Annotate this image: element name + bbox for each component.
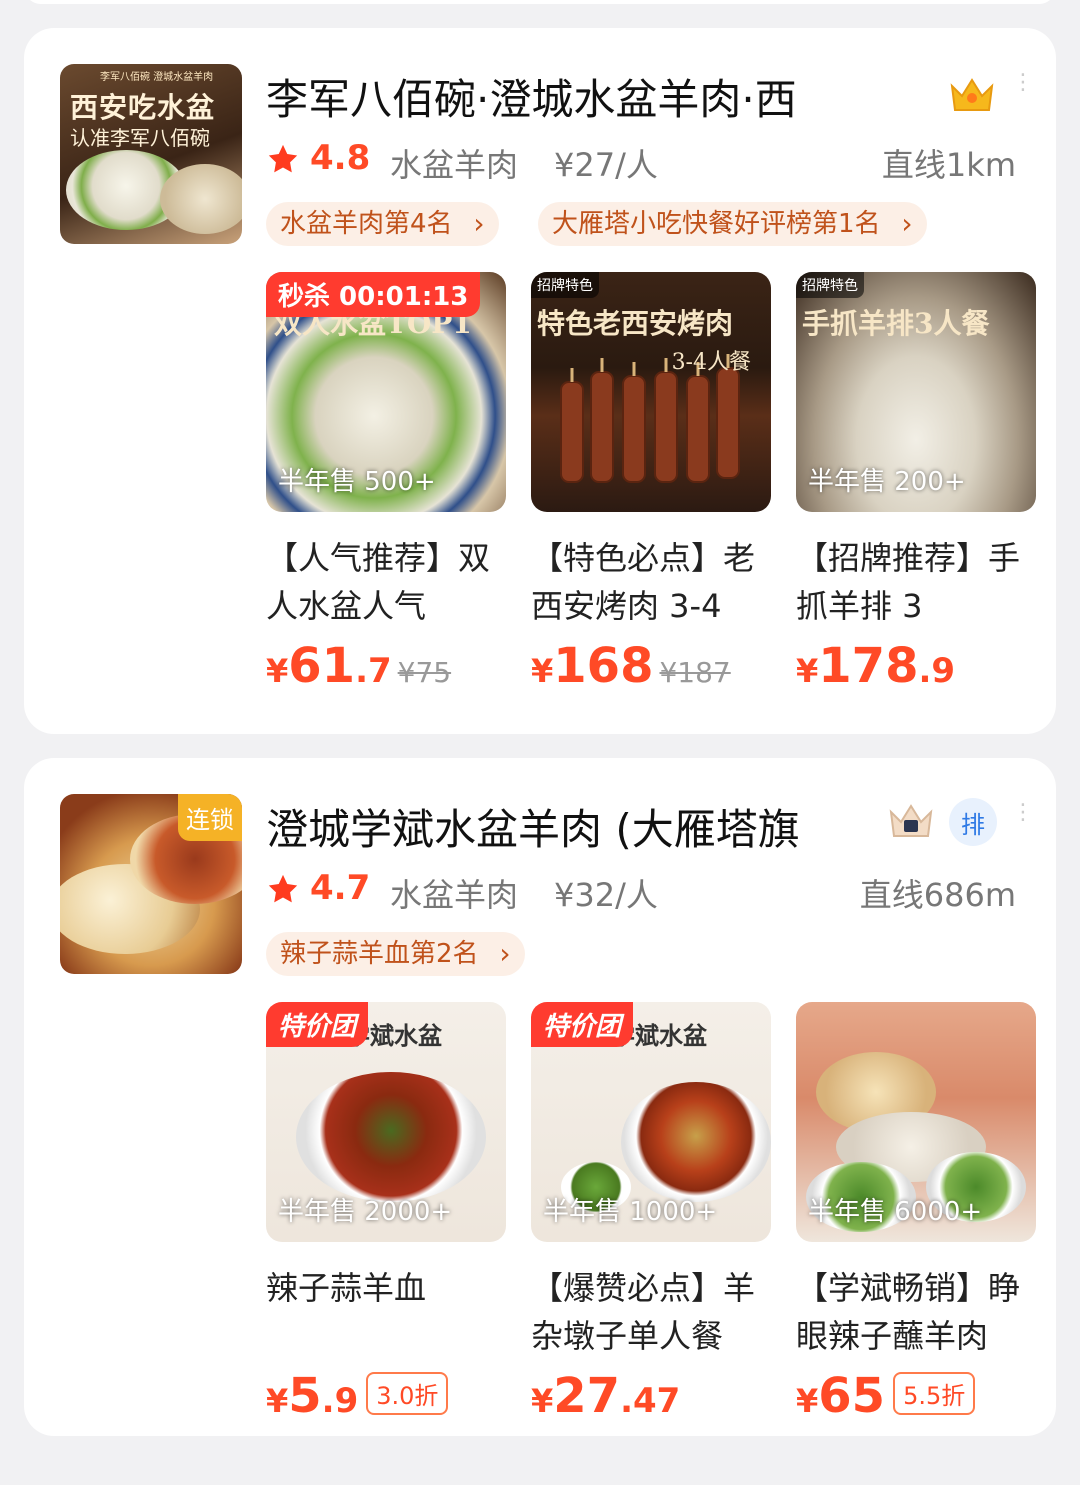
shop-thumbnail[interactable]: 李军八佰碗 澄城水盆羊肉 西安吃水盆 认准李军八佰碗 [60, 64, 242, 244]
special-price-badge: 特价团 [531, 1002, 634, 1047]
currency-symbol: ¥ [796, 652, 819, 690]
plate-image [160, 164, 242, 234]
currency-symbol: ¥ [266, 1382, 289, 1420]
deal-name: 辣子蒜羊血 [266, 1269, 427, 1307]
ranking-tag-label: 辣子蒜羊血第2名 [280, 939, 479, 969]
star-icon [268, 874, 298, 903]
ranking-tag[interactable]: 辣子蒜羊血第2名 › [266, 932, 525, 976]
sales-count: 半年售 500+ [278, 467, 436, 497]
deal-image: 学斌水盆 特价团 半年售 1000+ [531, 1002, 771, 1242]
price-integer: 178 [818, 638, 919, 694]
price-integer: 5 [288, 1368, 322, 1424]
distance: 直线1km [881, 146, 1016, 184]
image-subcaption: 3-4人餐 [671, 350, 751, 375]
ranking-tag[interactable]: 大雁塔小吃快餐好评榜第1名 › [538, 202, 927, 246]
shop-card[interactable]: 连锁 澄城学斌水盆羊肉 (大雁塔旗 排 ⋮ 4.7 水盆羊肉 ¥32/人 直线6… [24, 758, 1056, 1436]
shop-thumbnail[interactable]: 连锁 [60, 794, 242, 974]
discount-badge: 3.0折 [366, 1372, 449, 1415]
deal-price: ¥65 5.5折 [796, 1368, 976, 1424]
chevron-right-icon: › [499, 937, 511, 970]
signature-badge: 招牌特色 [531, 272, 599, 298]
rating-score: 4.7 [310, 868, 371, 908]
original-price: ¥75 [397, 656, 452, 689]
chevron-right-icon: › [901, 207, 913, 240]
image-caption: 手抓羊排3人餐 [802, 307, 990, 340]
deal-image: 双人水盆TOP1 秒杀 00:01:13 半年售 500+ [266, 272, 506, 512]
ranking-tag-label: 水盆羊肉第4名 [280, 209, 453, 239]
crown-icon [889, 804, 933, 837]
previous-card-edge [24, 0, 1056, 4]
price-integer: 65 [818, 1368, 886, 1424]
shop-name[interactable]: 澄城学斌水盆羊肉 (大雁塔旗 [266, 796, 800, 857]
deal-name: 【招牌推荐】手抓羊排 3 [796, 539, 1021, 625]
discount-badge: 5.5折 [893, 1372, 976, 1415]
price-decimal: .9 [321, 1381, 359, 1421]
chain-badge: 连锁 [178, 794, 242, 841]
deal-image: 特色老西安烤肉 3-4人餐 招牌特色 [531, 272, 771, 512]
category: 水盆羊肉 [390, 146, 519, 184]
avg-price: ¥32/人 [554, 876, 658, 914]
rating-row: 4.8 水盆羊肉 ¥27/人 直线1km [266, 138, 1026, 184]
deal-price: ¥27.47 [531, 1368, 680, 1424]
star-icon [268, 144, 298, 173]
sales-count: 半年售 2000+ [278, 1197, 453, 1227]
shop-card[interactable]: 李军八佰碗 澄城水盆羊肉 西安吃水盆 认准李军八佰碗 李军八佰碗·澄城水盆羊肉·… [24, 28, 1056, 734]
price-decimal: .47 [620, 1381, 681, 1421]
deal-price: ¥178.9 [796, 638, 955, 694]
deal-price: ¥168 ¥187 [531, 638, 731, 694]
currency-symbol: ¥ [266, 652, 289, 690]
price-decimal: .9 [918, 651, 956, 691]
rating-score: 4.8 [310, 138, 371, 178]
crown-icon [950, 78, 994, 111]
thumbnail-brand-text: 李军八佰碗 澄城水盆羊肉 [100, 72, 214, 83]
signature-badge: 招牌特色 [796, 272, 864, 298]
deal-price: ¥5.9 3.0折 [266, 1368, 449, 1424]
deal-image: 学斌水盆 特价团 半年售 2000+ [266, 1002, 506, 1242]
price-integer: 168 [553, 638, 654, 694]
thumbnail-headline: 西安吃水盆 [70, 91, 216, 124]
shop-name[interactable]: 李军八佰碗·澄城水盆羊肉·西 [266, 66, 797, 127]
rating-row: 4.7 水盆羊肉 ¥32/人 直线686m [266, 868, 1026, 914]
price-integer: 61 [288, 638, 356, 694]
price-integer: 27 [553, 1368, 621, 1424]
original-price: ¥187 [659, 656, 731, 689]
chevron-right-icon: › [473, 207, 485, 240]
ranking-tag-label: 大雁塔小吃快餐好评榜第1名 [552, 209, 881, 239]
deal-name: 【学斌畅销】睁眼辣子蘸羊肉 [796, 1269, 1021, 1355]
thumbnail-subline: 认准李军八佰碗 [70, 126, 210, 150]
deal-image: 手抓羊排3人餐 招牌特色 半年售 200+ [796, 272, 1036, 512]
ranking-tag[interactable]: 水盆羊肉第4名 › [266, 202, 499, 246]
deal-image: 半年售 6000+ [796, 1002, 1036, 1242]
price-decimal: .7 [355, 651, 392, 691]
more-options-icon[interactable]: ⋮ [1012, 802, 1034, 824]
deal-name: 【爆赞必点】羊杂墩子单人餐 [531, 1269, 756, 1355]
flash-sale-badge: 秒杀 00:01:13 [266, 272, 481, 317]
sales-count: 半年售 200+ [808, 467, 966, 497]
avg-price: ¥27/人 [554, 146, 658, 184]
more-options-icon[interactable]: ⋮ [1012, 72, 1034, 94]
currency-symbol: ¥ [796, 1382, 819, 1420]
currency-symbol: ¥ [531, 652, 554, 690]
distance: 直线686m [859, 876, 1016, 914]
sales-count: 半年售 6000+ [808, 1197, 983, 1227]
sales-count: 半年售 1000+ [543, 1197, 718, 1227]
bowl-image [296, 1072, 486, 1202]
deal-name: 【人气推荐】双人水盆人气 [266, 539, 491, 625]
bowl-image [621, 1082, 771, 1202]
currency-symbol: ¥ [531, 1382, 554, 1420]
category: 水盆羊肉 [390, 876, 519, 914]
deal-name: 【特色必点】老西安烤肉 3-4 [531, 539, 756, 625]
image-caption: 特色老西安烤肉 [537, 307, 734, 340]
rank-badge[interactable]: 排 [949, 798, 997, 846]
deal-price: ¥61.7 ¥75 [266, 638, 451, 694]
special-price-badge: 特价团 [266, 1002, 369, 1047]
